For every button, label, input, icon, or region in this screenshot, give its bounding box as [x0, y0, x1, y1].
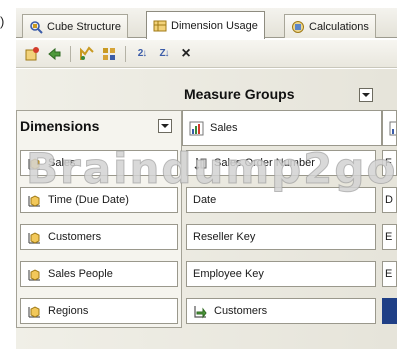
tab-dimension-usage[interactable]: Dimension Usage [146, 11, 265, 39]
tab-label: Cube Structure [47, 20, 121, 33]
dimension-label: Sales People [48, 268, 113, 280]
dimension-label: Regions [48, 305, 89, 317]
usage-label: D [385, 194, 393, 206]
dimension-row-time-due-date[interactable]: Time (Due Date) [20, 187, 178, 213]
edge-paren: ) [0, 14, 5, 29]
cube-dimension-icon [28, 231, 40, 244]
delete-icon [48, 47, 61, 60]
delete-x-icon: × [181, 44, 191, 62]
dimension-row-regions[interactable]: Regions [20, 298, 178, 324]
usage-label: E [385, 231, 393, 243]
usage-cell-date[interactable]: Date [186, 187, 376, 213]
delete-button[interactable] [46, 46, 62, 62]
add-dimension-button[interactable] [79, 45, 95, 62]
sort-descending-button[interactable]: Z↓ [156, 46, 172, 62]
add-dimension-icon [80, 45, 94, 60]
measure-groups-dropdown[interactable] [359, 88, 373, 102]
designer-tab-strip: Cube Structure Dimension Usage Calculati… [16, 8, 397, 39]
dimension-row-customers[interactable]: Customers [20, 224, 178, 250]
usage-cell-sales-order-number[interactable]: Sales Order Number [186, 150, 376, 176]
measure-groups-header: Measure Groups [184, 86, 295, 102]
usage-label: Date [193, 194, 217, 206]
usage-label: Reseller Key [193, 231, 256, 243]
usage-label: Employee Key [193, 268, 264, 280]
tab-label: Dimension Usage [171, 19, 258, 32]
dimensions-header: Dimensions [20, 118, 100, 134]
usage-label: Sales Order Number [214, 157, 315, 169]
toolbar-separator [125, 45, 126, 62]
dimensions-column [16, 110, 182, 328]
tab-calculations[interactable]: Calculations [284, 14, 376, 38]
usage-cell-next-selected[interactable] [382, 298, 397, 324]
cube-structure-icon [30, 20, 43, 34]
usage-cell-customers-referenced[interactable]: Customers [186, 298, 376, 324]
cube-dimension-icon [28, 305, 40, 318]
tab-cube-structure[interactable]: Cube Structure [22, 14, 128, 38]
dimensions-dropdown[interactable] [158, 119, 172, 133]
measure-group-icon [189, 121, 204, 135]
dimension-row-sales[interactable]: Sales [20, 150, 178, 176]
sort-ascending-button[interactable]: 2↓ [134, 46, 150, 62]
usage-cell-employee-key[interactable]: Employee Key [186, 261, 376, 287]
add-cube-dimension-icon [25, 46, 39, 60]
measure-group-label: Sales [210, 122, 238, 134]
dimension-label: Customers [48, 231, 102, 243]
cube-dimension-icon [28, 194, 40, 207]
measure-group-header-next[interactable] [382, 110, 397, 146]
properties-button[interactable] [101, 46, 117, 62]
properties-icon [103, 47, 115, 60]
toolbar-separator [70, 45, 71, 62]
add-cube-dimension-button[interactable] [24, 46, 40, 62]
measure-group-icon [389, 121, 396, 135]
cube-dimension-icon [28, 157, 40, 170]
dimension-label: Sales [48, 157, 76, 169]
sort-ascending-icon: 2↓ [137, 48, 148, 59]
usage-label: F [385, 157, 392, 169]
measure-group-header-sales[interactable]: Sales [182, 110, 382, 146]
delete-x-button[interactable]: × [178, 44, 194, 62]
dimension-row-sales-people[interactable]: Sales People [20, 261, 178, 287]
usage-label: Customers [214, 305, 268, 317]
usage-cell-next[interactable]: D [382, 187, 397, 213]
usage-cell-next[interactable]: E [382, 261, 397, 287]
dimension-label: Time (Due Date) [48, 194, 129, 206]
fact-key-icon [194, 157, 207, 170]
referenced-dimension-icon [194, 305, 207, 318]
toolbar: 2↓ Z↓ × [16, 40, 397, 68]
tab-label: Calculations [309, 20, 369, 33]
usage-cell-next[interactable]: E [382, 224, 397, 250]
cube-dimension-icon [28, 268, 40, 281]
usage-cell-reseller-key[interactable]: Reseller Key [186, 224, 376, 250]
usage-label: E [385, 268, 393, 280]
calculations-icon [292, 20, 304, 33]
usage-cell-next[interactable]: F [382, 150, 397, 176]
sort-descending-icon: Z↓ [159, 48, 169, 59]
dimension-usage-icon [153, 20, 167, 31]
